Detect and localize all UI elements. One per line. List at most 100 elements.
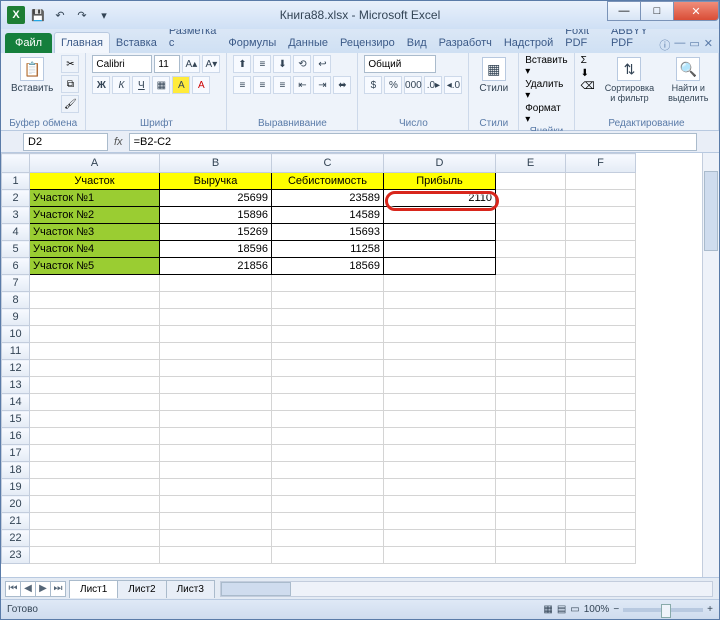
row-header-9[interactable]: 9 <box>2 309 30 326</box>
cell[interactable] <box>384 445 496 462</box>
cell[interactable] <box>566 462 636 479</box>
row-header-22[interactable]: 22 <box>2 530 30 547</box>
cell[interactable] <box>160 309 272 326</box>
row-header-5[interactable]: 5 <box>2 241 30 258</box>
sheet-tab-1[interactable]: Лист1 <box>69 580 118 598</box>
cell[interactable] <box>384 360 496 377</box>
cell[interactable] <box>384 309 496 326</box>
align-right-icon[interactable]: ≡ <box>273 76 291 94</box>
cell[interactable] <box>160 462 272 479</box>
format-painter-icon[interactable]: 🖌 <box>61 95 79 113</box>
cell-C1[interactable]: Себистоимость <box>272 173 384 190</box>
cell[interactable] <box>160 360 272 377</box>
cell[interactable] <box>272 326 384 343</box>
cell[interactable] <box>272 360 384 377</box>
view-break-icon[interactable]: ▭ <box>570 604 579 615</box>
row-header-2[interactable]: 2 <box>2 190 30 207</box>
cell-B2[interactable]: 25699 <box>160 190 272 207</box>
font-name-select[interactable]: Calibri <box>92 55 152 73</box>
tab-developer[interactable]: Разработч <box>433 33 498 53</box>
cell[interactable] <box>384 479 496 496</box>
font-color-button[interactable]: A <box>192 76 210 94</box>
cell[interactable] <box>566 394 636 411</box>
cell[interactable] <box>496 530 566 547</box>
cell-A5[interactable]: Участок №4 <box>30 241 160 258</box>
sheet-nav-next-icon[interactable]: ▶ <box>35 581 51 597</box>
cell[interactable] <box>566 496 636 513</box>
cell[interactable] <box>160 377 272 394</box>
cell[interactable] <box>566 275 636 292</box>
styles-button[interactable]: ▦ Стили <box>475 55 512 96</box>
zoom-slider[interactable] <box>623 608 703 612</box>
cell[interactable] <box>272 292 384 309</box>
row-header-20[interactable]: 20 <box>2 496 30 513</box>
row-header-3[interactable]: 3 <box>2 207 30 224</box>
col-header-A[interactable]: A <box>30 154 160 173</box>
view-normal-icon[interactable]: ▦ <box>543 604 552 615</box>
align-center-icon[interactable]: ≡ <box>253 76 271 94</box>
cell-A1[interactable]: Участок <box>30 173 160 190</box>
cell[interactable] <box>160 275 272 292</box>
cell[interactable] <box>30 411 160 428</box>
inc-decimal-icon[interactable]: .0▸ <box>424 76 442 94</box>
close-button[interactable]: ✕ <box>673 1 719 21</box>
cell-E3[interactable] <box>496 207 566 224</box>
align-left-icon[interactable]: ≡ <box>233 76 251 94</box>
cell-B1[interactable]: Выручка <box>160 173 272 190</box>
cell-F6[interactable] <box>566 258 636 275</box>
cell[interactable] <box>30 496 160 513</box>
cell-E1[interactable] <box>496 173 566 190</box>
cell[interactable] <box>566 547 636 564</box>
cell[interactable] <box>384 496 496 513</box>
row-header-4[interactable]: 4 <box>2 224 30 241</box>
cell-D3[interactable] <box>384 207 496 224</box>
cell-C2[interactable]: 23589 <box>272 190 384 207</box>
cell-C3[interactable]: 14589 <box>272 207 384 224</box>
cell-D5[interactable] <box>384 241 496 258</box>
cell[interactable] <box>384 462 496 479</box>
cell[interactable] <box>160 479 272 496</box>
italic-button[interactable]: К <box>112 76 130 94</box>
cell[interactable] <box>30 275 160 292</box>
cell[interactable] <box>496 377 566 394</box>
autosum-icon[interactable]: Σ <box>581 55 595 66</box>
hscroll-thumb[interactable] <box>221 582 291 596</box>
cell[interactable] <box>30 309 160 326</box>
row-header-23[interactable]: 23 <box>2 547 30 564</box>
row-header-7[interactable]: 7 <box>2 275 30 292</box>
cell[interactable] <box>496 445 566 462</box>
minimize-button[interactable]: — <box>607 1 641 21</box>
cell[interactable] <box>384 428 496 445</box>
horizontal-scrollbar[interactable] <box>220 581 713 597</box>
row-header-16[interactable]: 16 <box>2 428 30 445</box>
row-header-17[interactable]: 17 <box>2 445 30 462</box>
cell[interactable] <box>160 343 272 360</box>
cell[interactable] <box>160 411 272 428</box>
cell-C4[interactable]: 15693 <box>272 224 384 241</box>
cell-D1[interactable]: Прибыль <box>384 173 496 190</box>
cell[interactable] <box>160 445 272 462</box>
cell[interactable] <box>566 513 636 530</box>
row-header-19[interactable]: 19 <box>2 479 30 496</box>
cell[interactable] <box>272 530 384 547</box>
cell[interactable] <box>30 530 160 547</box>
cell[interactable] <box>30 343 160 360</box>
cell[interactable] <box>566 360 636 377</box>
cell[interactable] <box>496 326 566 343</box>
cell[interactable] <box>160 547 272 564</box>
tab-insert[interactable]: Вставка <box>110 33 163 53</box>
find-select-button[interactable]: 🔍 Найти и выделить <box>664 55 712 105</box>
cell-B4[interactable]: 15269 <box>160 224 272 241</box>
cell[interactable] <box>272 547 384 564</box>
font-size-select[interactable]: 11 <box>154 55 180 73</box>
tab-addins[interactable]: Надстрой <box>498 33 559 53</box>
indent-dec-icon[interactable]: ⇤ <box>293 76 311 94</box>
shrink-font-icon[interactable]: A▾ <box>202 55 220 73</box>
doc-close-icon[interactable]: ✕ <box>704 37 713 53</box>
zoom-level[interactable]: 100% <box>584 604 610 615</box>
doc-restore-icon[interactable]: ▭ <box>689 37 699 53</box>
cell-E6[interactable] <box>496 258 566 275</box>
row-header-12[interactable]: 12 <box>2 360 30 377</box>
cell-E5[interactable] <box>496 241 566 258</box>
copy-icon[interactable]: ⧉ <box>61 75 79 93</box>
